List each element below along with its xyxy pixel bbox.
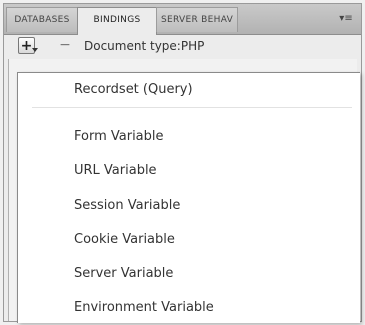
add-binding-menu: Recordset (Query) Form Variable URL Vari… <box>17 72 360 323</box>
menu-item-server-variable[interactable]: Server Variable <box>74 265 173 283</box>
menu-item-environment-variable[interactable]: Environment Variable <box>74 299 214 317</box>
menu-item-cookie-variable[interactable]: Cookie Variable <box>74 231 175 249</box>
tab-bindings[interactable]: BINDINGS <box>77 7 157 35</box>
document-type-label: Document type:PHP <box>84 39 205 53</box>
panel-tab-bar: DATABASES BINDINGS SERVER BEHAV ▾≡ <box>4 4 361 35</box>
panel-options-menu-icon[interactable]: ▾≡ <box>335 11 357 27</box>
remove-binding-button[interactable]: − <box>58 37 72 54</box>
menu-item-url-variable[interactable]: URL Variable <box>74 162 157 180</box>
bindings-toolbar: + − Document type:PHP <box>4 35 361 57</box>
menu-item-form-variable[interactable]: Form Variable <box>74 128 164 146</box>
tab-databases[interactable]: DATABASES <box>6 7 78 32</box>
dropdown-arrow-icon <box>32 48 38 52</box>
menu-item-recordset[interactable]: Recordset (Query) <box>74 81 193 99</box>
tab-server-behaviors[interactable]: SERVER BEHAV <box>156 7 238 32</box>
menu-item-session-variable[interactable]: Session Variable <box>74 197 180 215</box>
menu-separator <box>32 107 352 108</box>
